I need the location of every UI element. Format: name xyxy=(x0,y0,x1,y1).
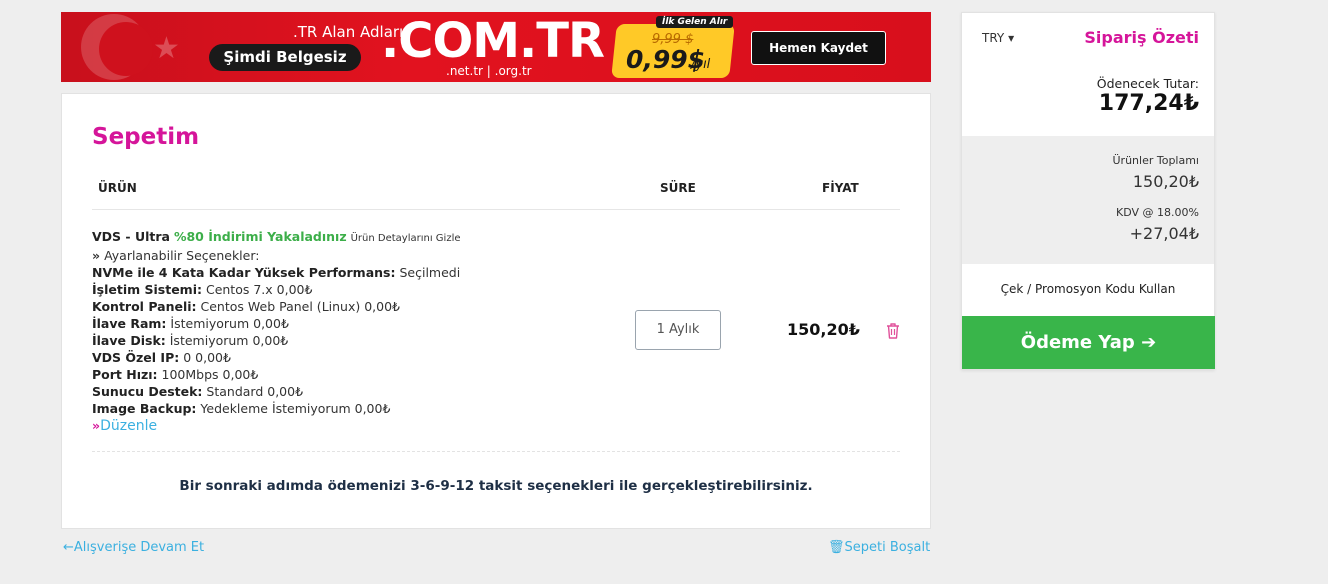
header-divider xyxy=(92,209,900,210)
item-name: VDS - Ultra xyxy=(92,229,170,244)
banner-subdomains: .net.tr | .org.tr xyxy=(446,64,532,78)
option-row: Port Hızı: 100Mbps 0,00₺ xyxy=(92,367,259,382)
option-row: İşletim Sistemi: Centos 7.x 0,00₺ xyxy=(92,282,313,297)
option-row: Kontrol Paneli: Centos Web Panel (Linux)… xyxy=(92,299,401,314)
star-icon: ★ xyxy=(153,31,180,66)
banner-free-pill: Şimdi Belgesiz xyxy=(209,44,361,71)
totals-box: Ürünler Toplamı 150,20₺ KDV @ 18.00% +27… xyxy=(962,136,1214,264)
chevrons-right-icon: » xyxy=(92,248,101,263)
option-row: Sunucu Destek: Standard 0,00₺ xyxy=(92,384,304,399)
options-title-row: » Ayarlanabilir Seçenekler: xyxy=(92,247,602,264)
item-price: 150,20₺ xyxy=(787,320,860,339)
crescent-cutout xyxy=(99,22,153,76)
order-summary: TRY ▾ Sipariş Özeti Ödenecek Tutar: 177,… xyxy=(961,12,1215,370)
promo-code-link[interactable]: Çek / Promosyon Kodu Kullan xyxy=(962,282,1214,296)
tax-label: KDV @ 18.00% xyxy=(1116,206,1199,219)
promo-banner[interactable]: ★ .TR Alan Adları Şimdi Belgesiz .COM.TR… xyxy=(61,12,931,82)
hide-details-link[interactable]: Ürün Detaylarını Gizle xyxy=(351,233,461,244)
trash-icon: 🗑 xyxy=(828,540,845,555)
summary-title: Sipariş Özeti xyxy=(1084,28,1199,47)
chevrons-right-icon: » xyxy=(92,418,101,433)
cart-panel: Sepetim ÜRÜN SÜRE FİYAT VDS - Ultra %80 … xyxy=(61,93,931,529)
cart-item: VDS - Ultra %80 İndirimi Yakaladınız Ürü… xyxy=(92,228,602,435)
option-row: NVMe ile 4 Kata Kadar Yüksek Performans:… xyxy=(92,265,461,280)
options-title: Ayarlanabilir Seçenekler: xyxy=(104,248,260,263)
installment-note: Bir sonraki adımda ödemenizi 3-6-9-12 ta… xyxy=(179,478,813,494)
arrow-right-icon: ➔ xyxy=(1141,332,1157,353)
banner-domain-title: .COM.TR xyxy=(381,13,605,69)
option-row: VDS Özel IP: 0 0,00₺ xyxy=(92,350,231,365)
option-row: İlave Ram: İstemiyorum 0,00₺ xyxy=(92,316,289,331)
banner-first-tag: İlk Gelen Alır xyxy=(656,16,734,28)
arrow-left-icon: ← xyxy=(63,540,74,555)
subtotal-value: 150,20₺ xyxy=(1132,172,1199,191)
option-row: İlave Disk: İstemiyorum 0,00₺ xyxy=(92,333,289,348)
continue-shopping-link[interactable]: ←Alışverişe Devam Et xyxy=(63,540,204,555)
banner-per-year: /yıl xyxy=(691,57,711,72)
header-duration: SÜRE xyxy=(660,181,696,195)
duration-select[interactable]: 1 Aylık xyxy=(635,310,721,350)
pay-label: Ödenecek Tutar: xyxy=(1096,76,1199,91)
trash-icon[interactable] xyxy=(885,322,901,340)
empty-cart-link[interactable]: 🗑Sepeti Boşalt xyxy=(828,540,930,555)
currency-select[interactable]: TRY ▾ xyxy=(982,31,1014,45)
cart-title: Sepetim xyxy=(92,124,200,150)
banner-register-button[interactable]: Hemen Kaydet xyxy=(751,31,886,65)
edit-link[interactable]: »Düzenle xyxy=(92,417,602,435)
subtotal-label: Ürünler Toplamı xyxy=(1112,154,1200,167)
checkout-button[interactable]: Ödeme Yap ➔ xyxy=(962,316,1215,369)
option-row: Image Backup: Yedekleme İstemiyorum 0,00… xyxy=(92,401,391,416)
header-price: FİYAT xyxy=(822,181,859,195)
header-product: ÜRÜN xyxy=(98,181,137,195)
caret-down-icon: ▾ xyxy=(1008,31,1015,45)
tax-value: +27,04₺ xyxy=(1129,224,1199,243)
item-discount: %80 İndirimi Yakaladınız xyxy=(173,229,347,244)
pay-amount: 177,24₺ xyxy=(1098,91,1199,116)
item-divider xyxy=(92,451,900,452)
